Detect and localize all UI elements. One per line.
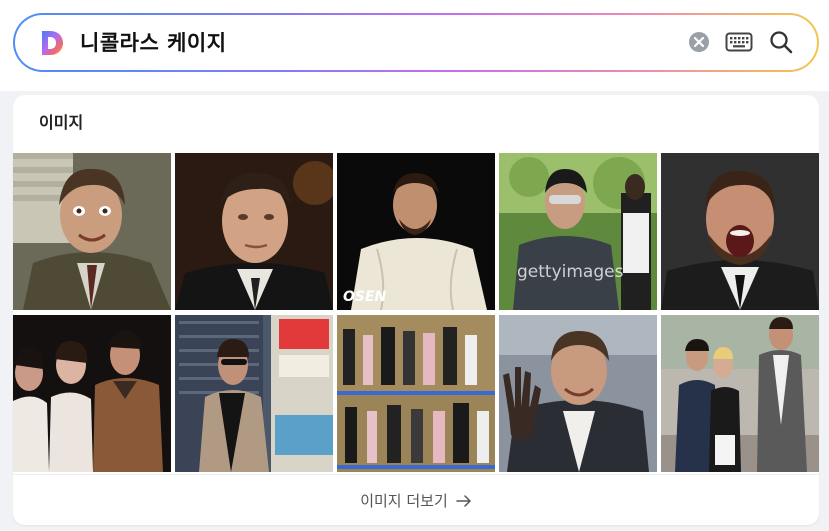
- image-thumbnail[interactable]: [13, 315, 171, 472]
- image-thumbnail[interactable]: [499, 315, 657, 472]
- photo-street: [661, 315, 819, 472]
- photo-portrait: gettyimages: [499, 153, 657, 310]
- more-images-button[interactable]: 이미지 더보기: [13, 474, 819, 525]
- image-results-card: 이미지 OSEN gettyimages 이미지 더보기: [13, 95, 819, 525]
- image-thumbnail[interactable]: OSEN: [337, 153, 495, 310]
- photo-group: [13, 315, 171, 472]
- arrow-right-icon: [456, 494, 471, 507]
- photo-portrait: [661, 153, 819, 310]
- photo-portrait: [13, 153, 171, 310]
- photo-street: [175, 315, 333, 472]
- thumbnail-watermark: OSEN: [343, 289, 387, 305]
- search-header: 니콜라스 케이지: [0, 0, 829, 91]
- daum-logo-icon: [42, 31, 63, 55]
- search-input[interactable]: 니콜라스 케이지: [80, 29, 227, 57]
- clear-icon[interactable]: [688, 31, 710, 53]
- image-thumbnail[interactable]: [337, 315, 495, 472]
- image-thumbnail[interactable]: [661, 315, 819, 472]
- photo-portrait: [175, 153, 333, 310]
- thumbnail-watermark: gettyimages: [517, 262, 624, 282]
- image-thumbnail[interactable]: [175, 315, 333, 472]
- image-grid: OSEN gettyimages: [13, 153, 819, 472]
- more-images-label: 이미지 더보기: [360, 492, 448, 510]
- search-icon[interactable]: [769, 30, 793, 54]
- image-thumbnail[interactable]: [175, 153, 333, 310]
- section-title: 이미지: [39, 113, 84, 132]
- image-thumbnail[interactable]: [13, 153, 171, 310]
- photo-portrait: OSEN: [337, 153, 495, 310]
- photo-portrait: [499, 315, 657, 472]
- keyboard-icon[interactable]: [725, 32, 753, 52]
- search-field[interactable]: 니콜라스 케이지: [15, 15, 817, 70]
- photo-collage: [337, 315, 495, 472]
- search-bar[interactable]: 니콜라스 케이지: [13, 13, 819, 72]
- image-thumbnail[interactable]: [661, 153, 819, 310]
- image-thumbnail[interactable]: gettyimages: [499, 153, 657, 310]
